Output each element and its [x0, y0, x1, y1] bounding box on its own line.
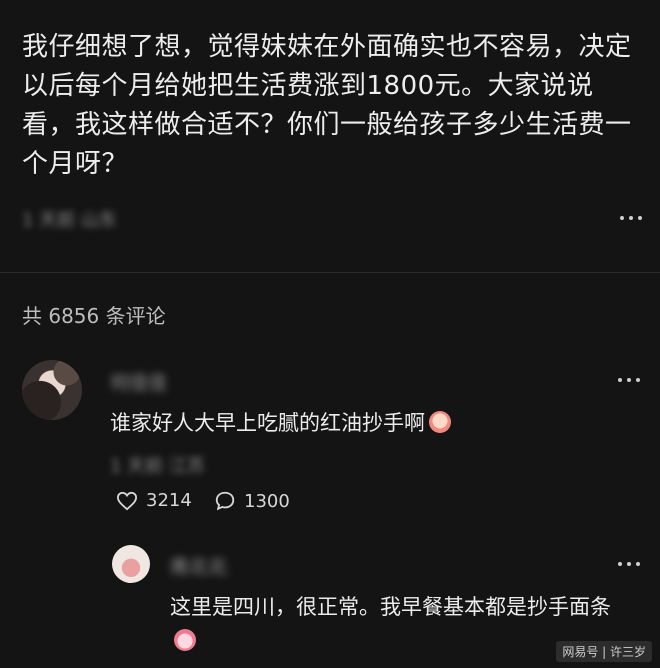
like-button[interactable]: 3214: [116, 490, 192, 511]
comment-text: 谁家好人大早上吃腻的红油抄手啊: [110, 406, 451, 440]
avatar[interactable]: [22, 360, 82, 420]
comment-bubble-icon: [215, 491, 235, 511]
watermark: 网易号 | 许三岁: [556, 641, 652, 662]
reply-button[interactable]: 1300: [214, 490, 290, 512]
reply-count: 1300: [244, 490, 290, 512]
reply-avatar[interactable]: [112, 545, 150, 583]
comment-meta-blurred: 1 天前 江苏: [110, 456, 205, 477]
comment-count: 共 6856 条评论: [22, 304, 166, 328]
reply-username-blurred[interactable]: 南北北: [170, 552, 227, 579]
divider: [0, 272, 660, 273]
username-blurred[interactable]: 何佳佳: [110, 368, 167, 395]
reply-more-icon[interactable]: [600, 552, 640, 576]
post-meta: 1 天前 山东: [22, 206, 642, 236]
comment-more-icon[interactable]: [600, 368, 640, 392]
peach-emoji-icon: [429, 411, 451, 433]
crying-emoji-icon: [174, 629, 196, 651]
post-meta-blurred: 1 天前 山东: [22, 210, 117, 231]
heart-icon: [116, 491, 138, 510]
post-text: 我仔细想了想，觉得妹妹在外面确实也不容易，决定以后每个月给她把生活费涨到1800…: [22, 32, 632, 179]
like-count: 3214: [146, 490, 192, 511]
more-options-icon[interactable]: [602, 206, 642, 230]
